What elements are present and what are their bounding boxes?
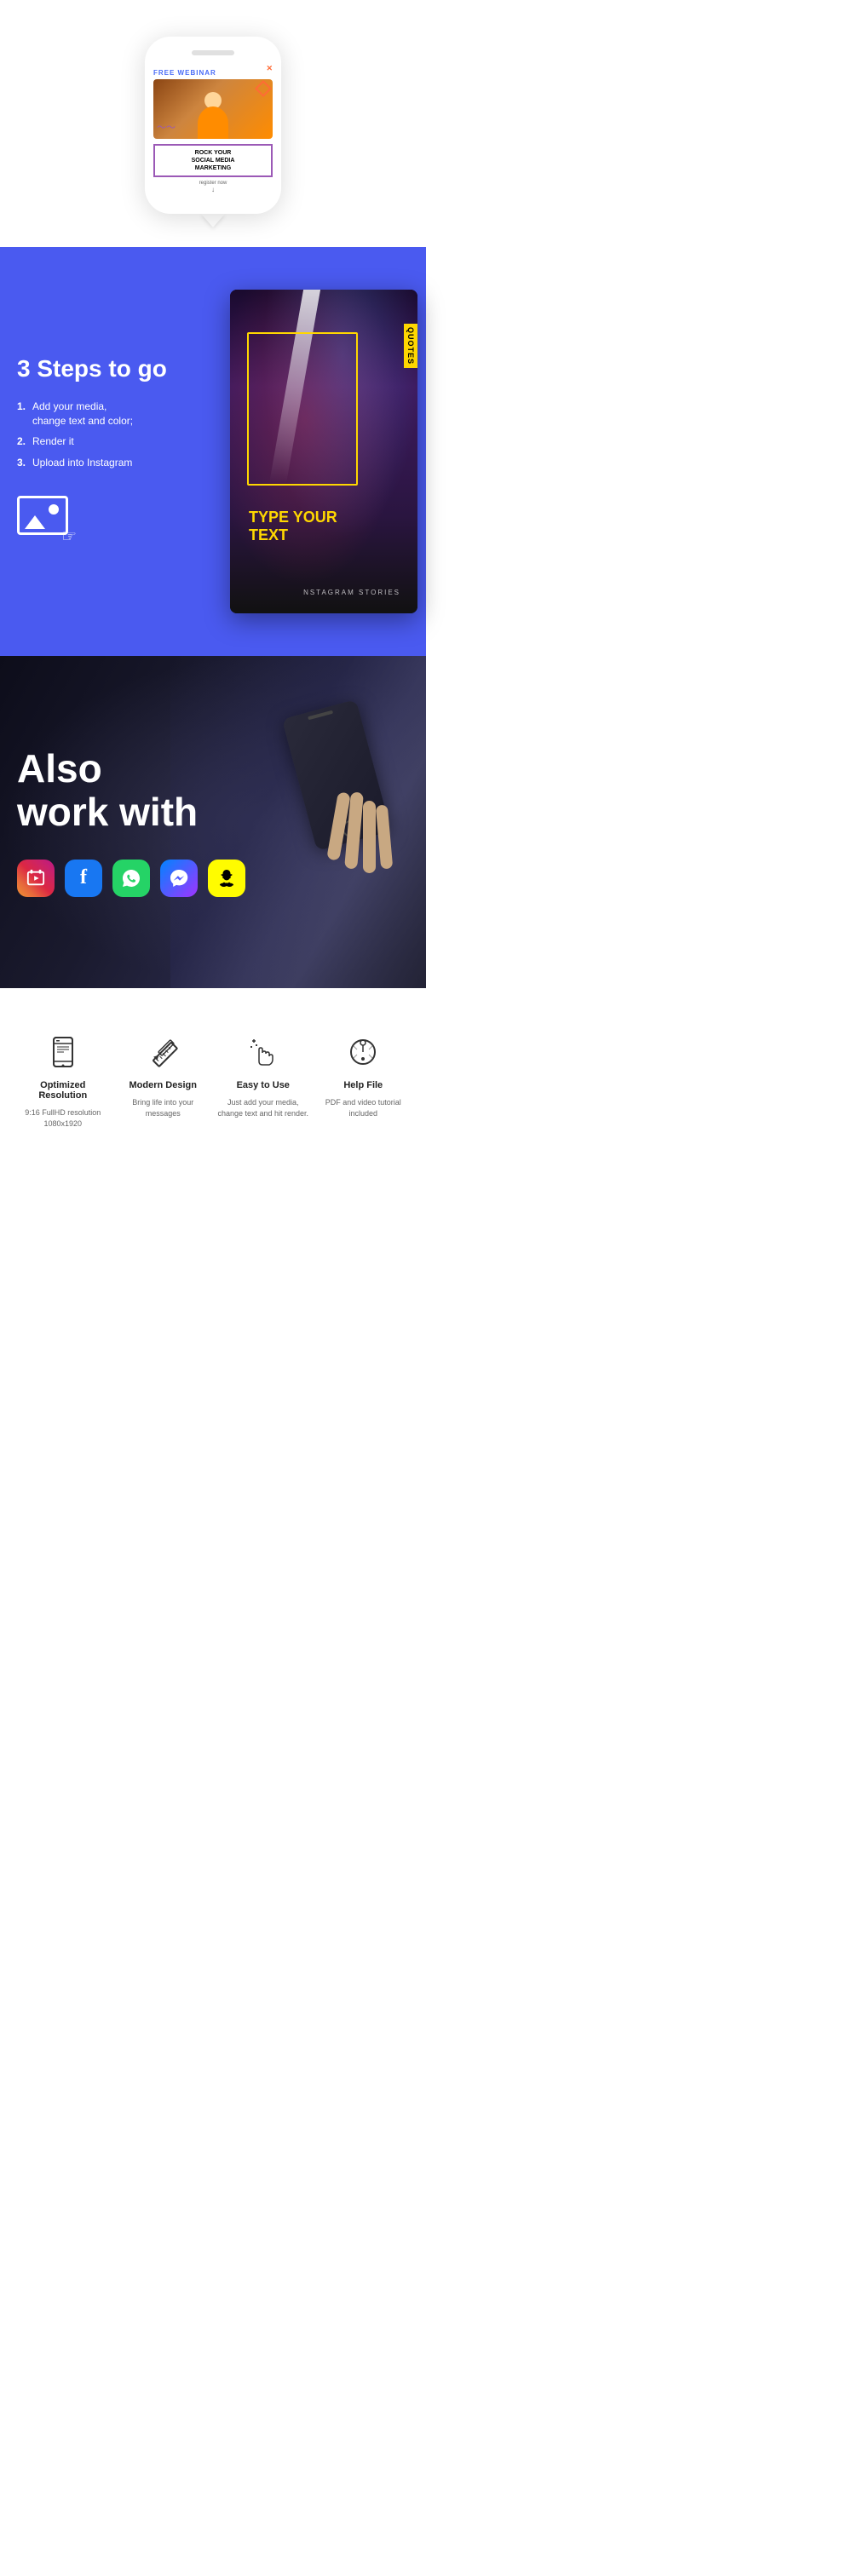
step-num: 3. <box>17 456 26 470</box>
mountain-icon <box>25 515 45 529</box>
sparkle-hand-icon <box>242 1031 285 1073</box>
list-item: 2. Render it <box>17 434 167 449</box>
step-num: 1. <box>17 400 26 414</box>
webinar-title-box: ROCK YOUR SOCIAL MEDIA MARKETING <box>153 144 273 177</box>
steps-title: 3 Steps to go <box>17 356 167 382</box>
register-arrow-icon: ↓ <box>153 186 273 193</box>
feature-title: Optimized Resolution <box>17 1080 109 1101</box>
wave-decoration: 〜〜 <box>157 120 176 134</box>
phone-top-bar <box>192 50 234 55</box>
feature-optimized-resolution: Optimized Resolution 9:16 FullHD resolut… <box>17 1031 109 1129</box>
steps-content: 3 Steps to go 1. Add your media,change t… <box>17 356 167 547</box>
story-type-line1: TYPE YOUR <box>249 509 337 527</box>
messenger-icon <box>160 860 198 897</box>
step-num: 2. <box>17 434 26 449</box>
circle-icon <box>49 504 59 515</box>
image-upload-icon: ☞ <box>17 496 77 547</box>
phone-section: FREE WEBINAR ✕ 〜〜 ROCK YOUR SOCIAL MEDIA <box>0 0 426 247</box>
also-line2: work with <box>17 791 245 834</box>
story-yellow-frame <box>247 332 358 486</box>
also-title: Also work with <box>17 747 245 833</box>
webinar-title-line2: SOCIAL MEDIA <box>158 157 268 164</box>
story-type-text: TYPE YOUR TEXT <box>249 509 337 545</box>
webinar-title-line1: ROCK YOUR <box>158 149 268 157</box>
pencil-ruler-icon <box>141 1031 184 1073</box>
phone-pointer <box>201 214 225 227</box>
steps-list: 1. Add your media,change text and color;… <box>17 400 167 470</box>
story-card: QUOTES TYPE YOUR TEXT NSTAGRAM STORIES <box>230 290 417 613</box>
features-section: Optimized Resolution 9:16 FullHD resolut… <box>0 988 426 1163</box>
webinar-label: FREE WEBINAR <box>153 69 216 77</box>
story-type-line2: TEXT <box>249 526 337 545</box>
cursor-hand-icon: ☞ <box>61 526 77 547</box>
feature-help-file: Help File PDF and video tutorial include… <box>318 1031 410 1129</box>
decoration-diamond <box>255 80 272 97</box>
steps-section: 3 Steps to go 1. Add your media,change t… <box>0 247 426 656</box>
also-section: Also work with f <box>0 656 426 988</box>
feature-desc: Bring life into your messages <box>118 1097 210 1118</box>
feature-desc: Just add your media, change text and hit… <box>217 1097 309 1118</box>
help-circle-icon <box>342 1031 384 1073</box>
also-work-content: Also work with f <box>0 713 262 930</box>
feature-desc: PDF and video tutorial included <box>318 1097 410 1118</box>
whatsapp-icon <box>112 860 150 897</box>
facebook-icon: f <box>65 860 102 897</box>
social-icons-row: f <box>17 860 245 897</box>
feature-title: Easy to Use <box>237 1080 290 1090</box>
phone-resolution-icon <box>42 1031 84 1073</box>
phone-mockup: FREE WEBINAR ✕ 〜〜 ROCK YOUR SOCIAL MEDIA <box>145 37 281 214</box>
list-item: 1. Add your media,change text and color; <box>17 400 167 428</box>
feature-easy-use: Easy to Use Just add your media, change … <box>217 1031 309 1129</box>
feature-title: Modern Design <box>130 1080 197 1090</box>
story-footer: NSTAGRAM STORIES <box>303 589 400 596</box>
quotes-badge: QUOTES <box>404 324 417 368</box>
also-line1: Also <box>17 747 245 791</box>
feature-modern-design: Modern Design Bring life into your messa… <box>118 1031 210 1129</box>
snapchat-icon <box>208 860 245 897</box>
igtv-icon <box>17 860 55 897</box>
list-item: 3. Upload into Instagram <box>17 456 167 470</box>
features-grid: Optimized Resolution 9:16 FullHD resolut… <box>17 1031 409 1129</box>
close-x-icon: ✕ <box>266 64 273 73</box>
webinar-image: 〜〜 <box>153 79 273 139</box>
feature-desc: 9:16 FullHD resolution 1080x1920 <box>17 1107 109 1129</box>
webinar-title-line3: MARKETING <box>158 164 268 172</box>
feature-title: Help File <box>343 1080 383 1090</box>
